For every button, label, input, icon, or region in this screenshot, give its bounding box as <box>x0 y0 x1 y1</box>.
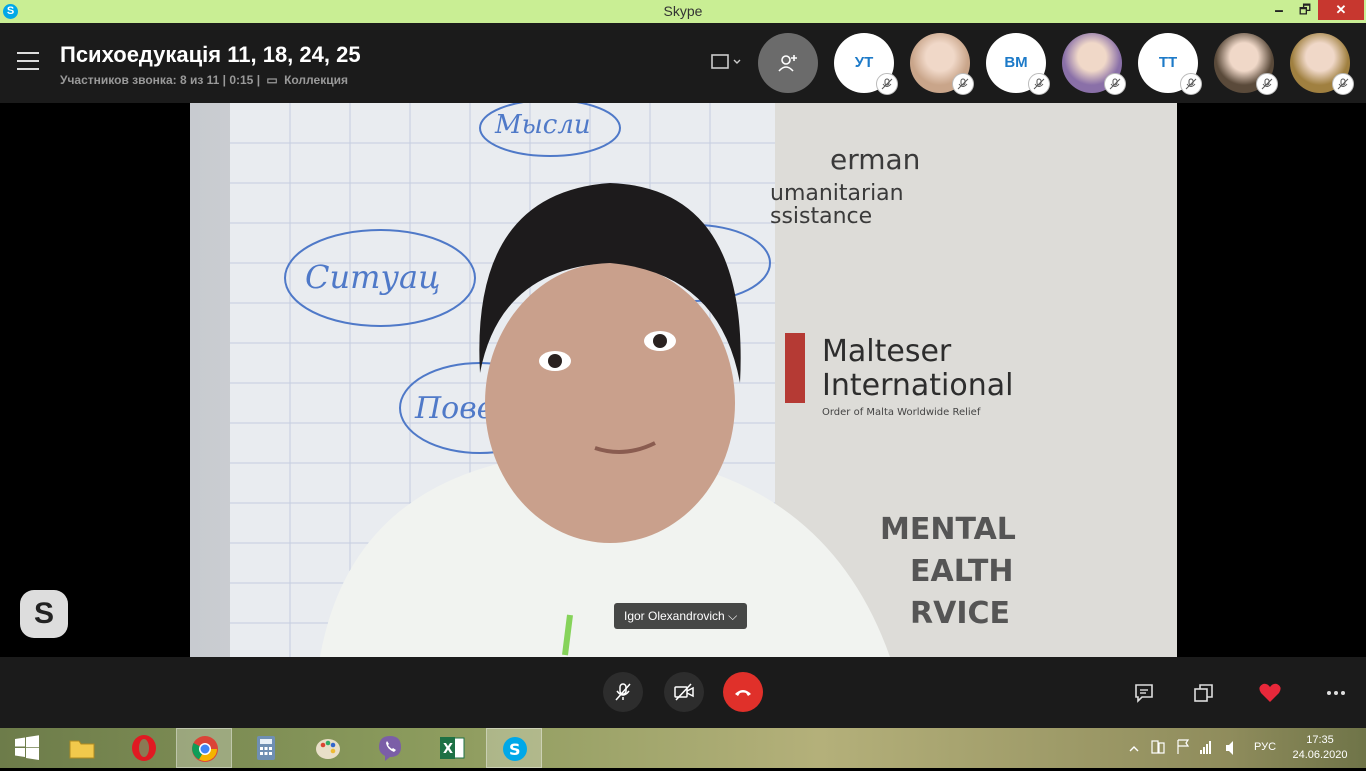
video-toggle-button[interactable] <box>664 672 704 712</box>
react-button[interactable] <box>1258 681 1282 705</box>
taskbar-excel[interactable]: X <box>424 728 480 768</box>
collection-link[interactable]: Коллекция <box>284 73 348 87</box>
banner-line-7: MENTAL <box>880 512 1016 547</box>
restore-button[interactable]: 🗗 <box>1292 0 1318 20</box>
board-word-3: Пове <box>414 391 494 426</box>
taskbar-skype[interactable]: S <box>486 728 542 768</box>
excel-icon: X <box>440 737 465 759</box>
chat-button[interactable] <box>1132 681 1156 705</box>
taskbar-clock[interactable]: 17:35 24.06.2020 <box>1290 733 1350 763</box>
folder-icon <box>69 740 95 759</box>
fullscreen-icon <box>711 54 741 69</box>
participant-avatar[interactable]: ВМ <box>986 33 1050 95</box>
minimize-button[interactable]: 🗕 <box>1266 0 1292 20</box>
participant-avatar-photo[interactable] <box>1290 33 1354 95</box>
chevron-down-icon: ⌵ <box>728 609 738 623</box>
muted-mic-icon <box>952 73 974 95</box>
heart-icon <box>1259 683 1281 702</box>
banner-line-3: ssistance <box>770 204 872 229</box>
chrome-icon <box>192 736 218 762</box>
close-button[interactable]: ✕ <box>1318 0 1364 20</box>
show-hidden-icons-icon <box>1129 746 1139 752</box>
board-word-1: Мысли <box>494 110 591 140</box>
windows-logo-icon <box>15 735 39 760</box>
clock-time: 17:35 <box>1306 734 1334 746</box>
menu-icon[interactable] <box>17 52 39 70</box>
muted-mic-icon <box>1332 73 1354 95</box>
skype-icon: S <box>503 737 527 761</box>
banner-line-5: International <box>822 368 1013 403</box>
view-switch-button[interactable] <box>708 51 746 75</box>
add-person-icon <box>778 55 797 72</box>
banner-line-8: EALTH <box>910 554 1013 589</box>
chat-icon <box>1135 684 1153 703</box>
call-controls <box>0 657 1366 728</box>
call-title: Психоедукація 11, 18, 24, 25 <box>60 42 361 67</box>
window-title: Skype <box>663 3 703 19</box>
banner-line-2: umanitarian <box>770 181 904 206</box>
taskbar-calculator[interactable] <box>238 728 294 768</box>
collection-icon: ▭ <box>266 73 278 87</box>
opera-icon <box>132 735 156 761</box>
participant-avatar-photo[interactable] <box>910 33 974 95</box>
device-icon <box>1151 740 1159 754</box>
banner-line-4: Malteser <box>822 334 952 369</box>
banner-line-1: erman <box>830 143 920 176</box>
taskbar-paint[interactable] <box>300 728 356 768</box>
flag-icon <box>1177 739 1190 754</box>
participant-avatar-photo[interactable] <box>1214 33 1278 95</box>
volume-icon <box>1226 741 1233 755</box>
taskbar-viber[interactable] <box>362 728 418 768</box>
language-indicator[interactable]: РУС <box>1254 741 1276 753</box>
board-word-2: Ситуац <box>305 258 440 296</box>
add-people-button[interactable] <box>758 33 818 93</box>
muted-mic-icon <box>1104 73 1126 95</box>
muted-mic-icon <box>876 73 898 95</box>
calculator-icon <box>257 736 275 760</box>
participant-avatar-photo[interactable] <box>1062 33 1126 95</box>
more-icon <box>1327 691 1345 695</box>
banner-line-9: RVICE <box>910 596 1010 631</box>
speaker-name-tag[interactable]: Igor Olexandrovich ⌵ <box>614 603 748 629</box>
clock-date: 24.06.2020 <box>1292 749 1348 761</box>
share-screen-button[interactable] <box>1192 681 1216 705</box>
taskbar-opera[interactable] <box>116 728 172 768</box>
start-button[interactable] <box>0 728 50 768</box>
video-stage: Мысли Ситуац Пове erman umanitarian ssis… <box>0 103 1366 657</box>
skype-logo-icon: S <box>20 590 68 638</box>
video-off-icon <box>674 683 694 701</box>
mute-mic-button[interactable] <box>603 672 643 712</box>
taskbar-file-explorer[interactable] <box>54 728 110 768</box>
signal-icon <box>1200 741 1211 754</box>
muted-mic-icon <box>1028 73 1050 95</box>
call-status-text: Участников звонка: 8 из 11 | 0:15 | <box>60 73 261 87</box>
call-status: Участников звонка: 8 из 11 | 0:15 | ▭ Ко… <box>60 73 348 87</box>
muted-mic-icon <box>1180 73 1202 95</box>
taskbar-chrome[interactable] <box>176 728 232 768</box>
switch-screen-icon <box>1194 684 1213 702</box>
window-titlebar: S Skype 🗕 🗗 ✕ <box>0 0 1366 23</box>
mic-off-icon <box>615 683 631 701</box>
speaker-video[interactable]: Мысли Ситуац Пове erman umanitarian ssis… <box>190 103 1177 657</box>
more-options-button[interactable] <box>1324 681 1348 705</box>
viber-icon <box>379 736 401 761</box>
participant-avatar[interactable]: ТТ <box>1138 33 1202 95</box>
participant-avatar[interactable]: УТ <box>834 33 898 95</box>
video-frame: Мысли Ситуац Пове erman umanitarian ssis… <box>190 103 1177 657</box>
paint-palette-icon <box>316 739 340 759</box>
svg-text:S: S <box>509 740 521 759</box>
speaker-name: Igor Olexandrovich <box>624 609 725 623</box>
end-call-button[interactable] <box>723 672 763 712</box>
muted-mic-icon <box>1256 73 1278 95</box>
hang-up-icon <box>735 690 751 696</box>
banner-line-6: Order of Malta Worldwide Relief <box>822 407 981 418</box>
windows-taskbar: X S РУС 17:35 24.06.2020 <box>0 728 1366 768</box>
svg-text:X: X <box>443 742 453 757</box>
call-header: Психоедукація 11, 18, 24, 25 Участников … <box>0 23 1366 103</box>
